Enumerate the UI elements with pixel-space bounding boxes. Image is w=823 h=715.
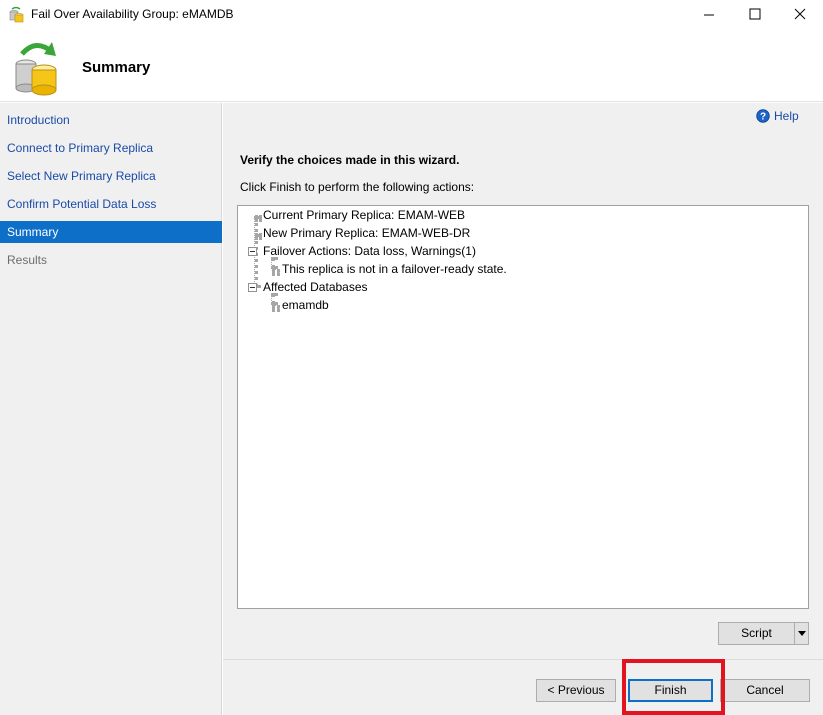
database-sync-icon <box>9 6 24 23</box>
chevron-down-icon <box>798 631 806 636</box>
main-panel: ? Help Verify the choices made in this w… <box>223 103 823 715</box>
tree-collapse-toggle[interactable] <box>248 247 257 256</box>
window-title: Fail Over Availability Group: eMAMDB <box>31 7 234 21</box>
summary-instructions: Click Finish to perform the following ac… <box>240 180 475 194</box>
tree-node-database[interactable]: emamdb <box>282 297 329 313</box>
sidebar-item-introduction[interactable]: Introduction <box>0 109 222 131</box>
minimize-icon[interactable] <box>686 0 732 30</box>
script-button[interactable]: Script <box>718 622 795 645</box>
summary-heading: Verify the choices made in this wizard. <box>240 153 460 167</box>
title-bar: Fail Over Availability Group: eMAMDB <box>0 0 823 30</box>
sidebar-item-connect-primary[interactable]: Connect to Primary Replica <box>0 137 222 159</box>
tree-node-current-primary[interactable]: Current Primary Replica: EMAM-WEB <box>263 207 465 223</box>
page-title: Summary <box>82 59 151 76</box>
svg-text:?: ? <box>760 112 766 123</box>
script-dropdown-button[interactable] <box>794 622 809 645</box>
tree-connector <box>255 233 262 237</box>
previous-button[interactable]: < Previous <box>536 679 616 702</box>
tree-connector <box>255 215 262 219</box>
finish-highlight-box <box>622 659 725 715</box>
tree-node-failover-actions[interactable]: Failover Actions: Data loss, Warnings(1) <box>263 243 476 259</box>
summary-tree[interactable]: Current Primary Replica: EMAM-WEB New Pr… <box>237 205 809 609</box>
wizard-sidebar: Introduction Connect to Primary Replica … <box>0 103 222 715</box>
sidebar-item-confirm-data-loss[interactable]: Confirm Potential Data Loss <box>0 193 222 215</box>
maximize-icon[interactable] <box>732 0 778 30</box>
footer-divider <box>223 659 823 660</box>
database-sync-icon <box>15 42 57 96</box>
tree-node-warning[interactable]: This replica is not in a failover-ready … <box>282 261 507 277</box>
help-icon: ? <box>756 109 770 123</box>
tree-connector <box>272 305 280 309</box>
cancel-button[interactable]: Cancel <box>720 679 810 702</box>
help-label: Help <box>774 109 799 123</box>
wizard-header: Summary <box>0 30 823 102</box>
sidebar-item-select-primary[interactable]: Select New Primary Replica <box>0 165 222 187</box>
close-icon[interactable] <box>777 0 823 30</box>
tree-node-affected-databases[interactable]: Affected Databases <box>263 279 368 295</box>
tree-node-new-primary[interactable]: New Primary Replica: EMAM-WEB-DR <box>263 225 470 241</box>
tree-collapse-toggle[interactable] <box>248 283 257 292</box>
sidebar-item-summary[interactable]: Summary <box>0 221 222 243</box>
tree-connector <box>272 269 280 273</box>
sidebar-item-results: Results <box>7 253 48 267</box>
